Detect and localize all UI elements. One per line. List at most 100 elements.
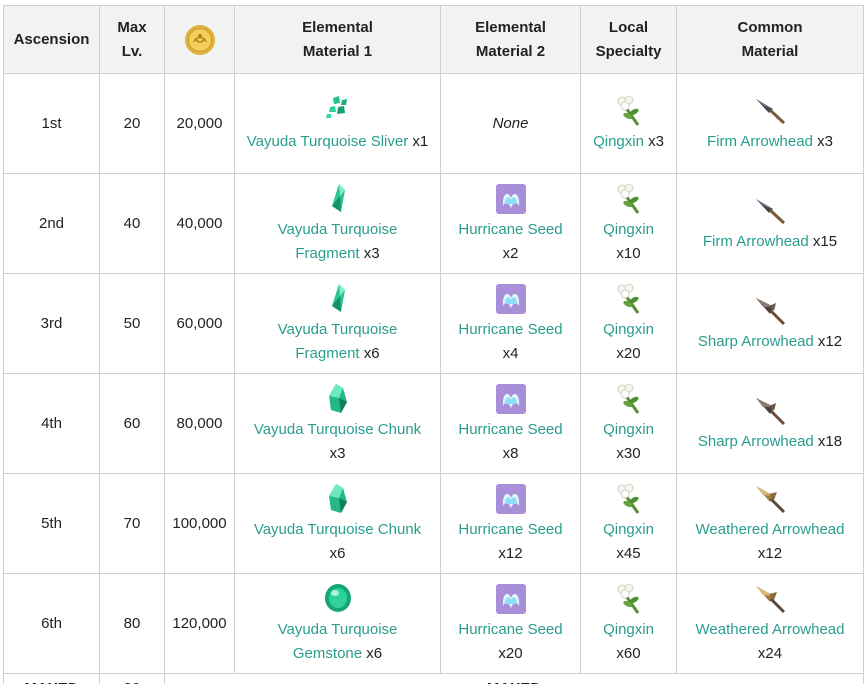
material-link[interactable]: Qingxin <box>593 133 644 150</box>
firm-arrowhead-icon[interactable] <box>753 194 787 228</box>
turquoise-fragment-icon[interactable] <box>321 282 355 316</box>
local-specialty-cell[interactable]: Qingxin x45 <box>580 473 677 574</box>
material-link[interactable]: Qingxin <box>603 321 654 338</box>
material-link[interactable]: Vayuda Turquoise <box>278 321 398 338</box>
weathered-arrowhead-icon[interactable] <box>753 482 787 516</box>
elemental-material-2-cell[interactable]: Hurricane Seed x2 <box>440 173 581 274</box>
table-row: 4th 60 80,000 Vayuda Turquoise Chunk x3 … <box>3 373 864 474</box>
material-link[interactable]: Hurricane Seed <box>458 221 562 238</box>
turquoise-chunk-icon[interactable] <box>321 482 355 516</box>
turquoise-fragment-icon[interactable] <box>321 182 355 216</box>
qingxin-icon[interactable] <box>612 582 646 616</box>
local-specialty-cell[interactable]: Qingxin x3 <box>580 73 677 174</box>
material-link[interactable]: Qingxin <box>603 421 654 438</box>
elemental-material-1-cell[interactable]: Vayuda Turquoise Chunk x3 <box>234 373 441 474</box>
elemental-material-2-cell[interactable]: Hurricane Seed x20 <box>440 573 581 674</box>
ascension-cell: 4th <box>3 373 100 474</box>
material-link[interactable]: Sharp Arrowhead <box>698 433 814 450</box>
hurricane-seed-icon[interactable] <box>494 482 528 516</box>
material-link[interactable]: Qingxin <box>603 221 654 238</box>
qingxin-icon[interactable] <box>612 382 646 416</box>
common-material-cell[interactable]: Sharp Arrowhead x12 <box>676 273 864 374</box>
mora-coin-icon <box>184 24 215 55</box>
mora-cell: 60,000 <box>164 273 235 374</box>
elemental-material-2-cell: None <box>440 73 581 174</box>
table-row: 1st 20 20,000 Vayuda Turquoise Sliver x1… <box>3 73 864 174</box>
material-link[interactable]: Vayuda Turquoise Chunk <box>254 521 421 538</box>
material-link[interactable]: Qingxin <box>603 621 654 638</box>
header-mora <box>164 5 235 74</box>
mora-cell: 40,000 <box>164 173 235 274</box>
material-link[interactable]: Weathered Arrowhead <box>696 621 845 638</box>
elemental-material-2-cell[interactable]: Hurricane Seed x12 <box>440 473 581 574</box>
material-link[interactable]: Sharp Arrowhead <box>698 333 814 350</box>
header-ascension: Ascension <box>3 5 100 74</box>
maxed-materials-cell: MAXED <box>164 673 864 684</box>
qingxin-icon[interactable] <box>612 282 646 316</box>
header-local-specialty: Local Specialty <box>580 5 677 74</box>
material-link[interactable]: Vayuda Turquoise Sliver <box>247 133 408 150</box>
common-material-cell[interactable]: Sharp Arrowhead x18 <box>676 373 864 474</box>
firm-arrowhead-icon[interactable] <box>753 94 787 128</box>
mora-cell: 20,000 <box>164 73 235 174</box>
qingxin-icon[interactable] <box>612 94 646 128</box>
material-link[interactable]: Hurricane Seed <box>458 421 562 438</box>
qingxin-icon[interactable] <box>612 482 646 516</box>
common-material-cell[interactable]: Firm Arrowhead x15 <box>676 173 864 274</box>
material-link[interactable]: Vayuda Turquoise <box>278 621 398 638</box>
hurricane-seed-icon[interactable] <box>494 182 528 216</box>
material-link[interactable]: Hurricane Seed <box>458 621 562 638</box>
material-link[interactable]: Firm Arrowhead <box>703 233 809 250</box>
elemental-material-1-cell[interactable]: Vayuda Turquoise Fragment x3 <box>234 173 441 274</box>
header-elemental-material-2: Elemental Material 2 <box>440 5 581 74</box>
elemental-material-1-cell[interactable]: Vayuda Turquoise Fragment x6 <box>234 273 441 374</box>
material-link[interactable]: Hurricane Seed <box>458 521 562 538</box>
table-row: 5th 70 100,000 Vayuda Turquoise Chunk x6… <box>3 473 864 574</box>
local-specialty-cell[interactable]: Qingxin x10 <box>580 173 677 274</box>
mora-cell: 120,000 <box>164 573 235 674</box>
elemental-material-1-cell[interactable]: Vayuda Turquoise Gemstone x6 <box>234 573 441 674</box>
max-level-cell: 70 <box>99 473 165 574</box>
hurricane-seed-icon[interactable] <box>494 282 528 316</box>
max-level-cell: 90 <box>99 673 165 684</box>
ascension-cell: 3rd <box>3 273 100 374</box>
none-label: None <box>492 114 529 132</box>
sharp-arrowhead-icon[interactable] <box>753 294 787 328</box>
ascension-cell: 1st <box>3 73 100 174</box>
elemental-material-2-cell[interactable]: Hurricane Seed x4 <box>440 273 581 374</box>
table-row: 3rd 50 60,000 Vayuda Turquoise Fragment … <box>3 273 864 374</box>
maxed-row: MAXED 90 MAXED <box>3 673 864 684</box>
material-link[interactable]: Vayuda Turquoise Chunk <box>254 421 421 438</box>
elemental-material-2-cell[interactable]: Hurricane Seed x8 <box>440 373 581 474</box>
turquoise-gemstone-icon[interactable] <box>321 582 355 616</box>
material-link[interactable]: Vayuda Turquoise <box>278 221 398 238</box>
common-material-cell[interactable]: Weathered Arrowhead x24 <box>676 573 864 674</box>
elemental-material-1-cell[interactable]: Vayuda Turquoise Chunk x6 <box>234 473 441 574</box>
common-material-cell[interactable]: Weathered Arrowhead x12 <box>676 473 864 574</box>
material-link[interactable]: Firm Arrowhead <box>707 133 813 150</box>
local-specialty-cell[interactable]: Qingxin x20 <box>580 273 677 374</box>
material-link[interactable]: Gemstone <box>293 645 362 662</box>
header-max-level: Max Lv. <box>99 5 165 74</box>
material-link[interactable]: Hurricane Seed <box>458 321 562 338</box>
turquoise-sliver-icon[interactable] <box>321 94 355 128</box>
mora-cell: 80,000 <box>164 373 235 474</box>
max-level-cell: 60 <box>99 373 165 474</box>
weathered-arrowhead-icon[interactable] <box>753 582 787 616</box>
table-row: 6th 80 120,000 Vayuda Turquoise Gemstone… <box>3 573 864 674</box>
ascension-cell: 2nd <box>3 173 100 274</box>
material-link[interactable]: Weathered Arrowhead <box>696 521 845 538</box>
material-link[interactable]: Fragment <box>295 345 359 362</box>
turquoise-chunk-icon[interactable] <box>321 382 355 416</box>
elemental-material-1-cell[interactable]: Vayuda Turquoise Sliver x1 <box>234 73 441 174</box>
hurricane-seed-icon[interactable] <box>494 382 528 416</box>
material-link[interactable]: Qingxin <box>603 521 654 538</box>
sharp-arrowhead-icon[interactable] <box>753 394 787 428</box>
header-elemental-material-1: Elemental Material 1 <box>234 5 441 74</box>
material-link[interactable]: Fragment <box>295 245 359 262</box>
local-specialty-cell[interactable]: Qingxin x30 <box>580 373 677 474</box>
local-specialty-cell[interactable]: Qingxin x60 <box>580 573 677 674</box>
qingxin-icon[interactable] <box>612 182 646 216</box>
hurricane-seed-icon[interactable] <box>494 582 528 616</box>
common-material-cell[interactable]: Firm Arrowhead x3 <box>676 73 864 174</box>
